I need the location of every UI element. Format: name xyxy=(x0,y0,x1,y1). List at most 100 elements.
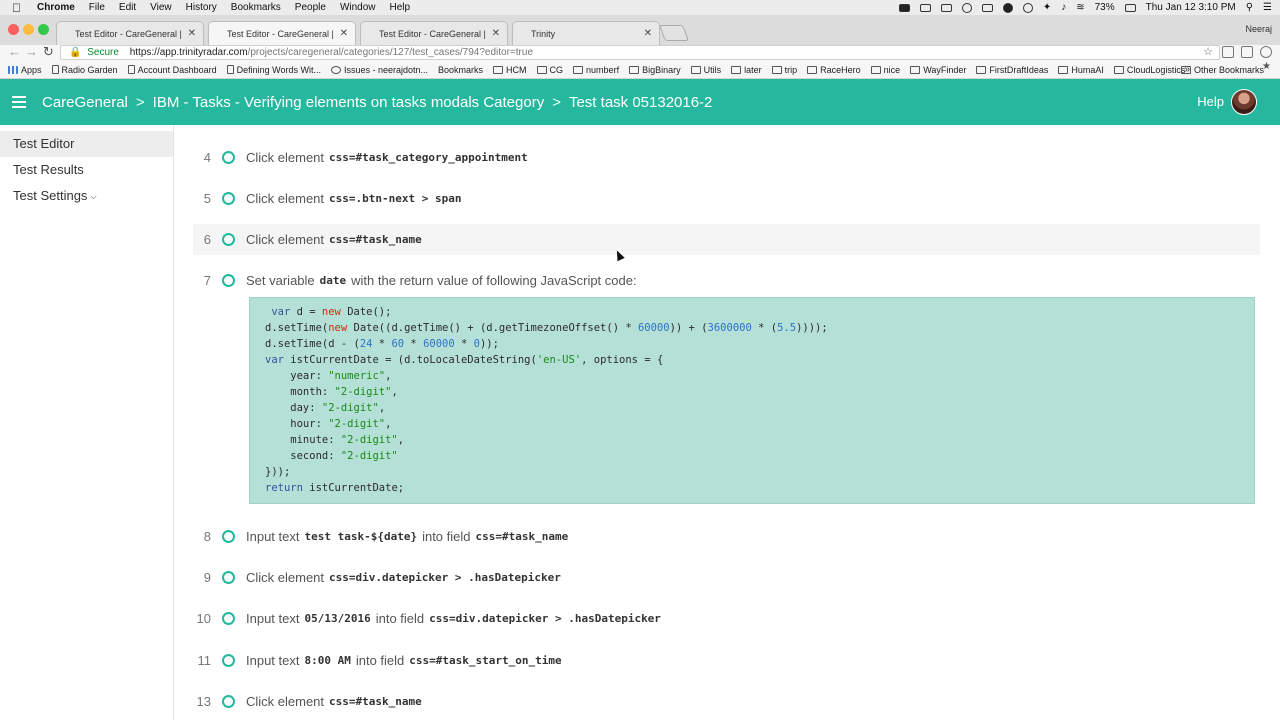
menu-edit[interactable]: Edit xyxy=(119,2,136,13)
breadcrumb-category[interactable]: IBM - Tasks - Verifying elements on task… xyxy=(153,94,545,111)
step-row[interactable]: 10 Input text 05/13/2016 into field css=… xyxy=(193,603,1260,634)
menu-file[interactable]: File xyxy=(89,2,105,13)
battery-percent[interactable]: 73% xyxy=(1095,2,1115,13)
airplay-icon[interactable] xyxy=(919,3,931,12)
cast-icon[interactable] xyxy=(1222,46,1234,58)
step-row[interactable]: 7 Set variable date with the return valu… xyxy=(193,265,1260,296)
forward-icon[interactable]: → xyxy=(25,45,38,59)
step-row[interactable]: 5 Click element css=.btn-next > span xyxy=(193,183,1260,214)
spotlight-icon[interactable]: ⚲ xyxy=(1246,2,1253,13)
step-selector: css=div.datepicker > .hasDatepicker xyxy=(429,612,661,625)
url-path: /projects/caregeneral/categories/127/tes… xyxy=(247,47,534,58)
step-row[interactable]: 6 Click element css=#task_name xyxy=(193,224,1260,255)
address-bar[interactable]: 🔒 Secure https://app.trinityradar.com/pr… xyxy=(60,45,1220,60)
clock[interactable]: Thu Jan 12 3:10 PM xyxy=(1146,2,1236,13)
menu-app[interactable]: Chrome xyxy=(37,2,75,13)
gear-icon[interactable] xyxy=(222,151,235,164)
tab-1[interactable]: Test Editor - CareGeneral | Tr ✕ xyxy=(56,21,204,45)
zoom-window-icon[interactable] xyxy=(38,24,49,35)
bookmark-folder[interactable]: RaceHero xyxy=(807,65,861,75)
step-row[interactable]: 13 Click element css=#task_name xyxy=(193,686,1260,717)
menu-people[interactable]: People xyxy=(295,2,326,13)
bookmark-label: Other Bookmarks xyxy=(1193,65,1264,75)
gear-icon[interactable] xyxy=(222,571,235,584)
bookmark-folder[interactable]: HumaAI xyxy=(1058,65,1104,75)
menu-window[interactable]: Window xyxy=(340,2,376,13)
folder-icon xyxy=(536,65,547,74)
volume-icon[interactable]: ♪ xyxy=(1061,2,1066,13)
step-row[interactable]: 4 Click element css=#task_category_appoi… xyxy=(193,142,1260,173)
minimize-window-icon[interactable] xyxy=(23,24,34,35)
bookmark-star-icon[interactable]: ☆ xyxy=(1203,46,1213,59)
bookmark-item[interactable]: Defining Words Wit... xyxy=(226,65,321,75)
bookmark-apps[interactable]: Apps xyxy=(8,65,42,75)
bookmark-folder[interactable]: later xyxy=(731,65,762,75)
close-window-icon[interactable] xyxy=(8,24,19,35)
bookmark-folder[interactable]: Utils xyxy=(690,65,721,75)
bookmark-item[interactable]: Account Dashboard xyxy=(127,65,217,75)
bookmark-item[interactable]: Radio Garden xyxy=(51,65,118,75)
time-machine-icon[interactable] xyxy=(1022,2,1033,13)
screen-icon[interactable] xyxy=(981,3,993,12)
menu-view[interactable]: View xyxy=(150,2,172,13)
bookmark-folder[interactable]: numberf xyxy=(573,65,619,75)
step-selector: css=#task_name xyxy=(475,530,569,543)
dots-icon[interactable] xyxy=(1002,2,1013,13)
avatar[interactable] xyxy=(1231,89,1257,115)
gear-icon[interactable] xyxy=(222,654,235,667)
camera-icon[interactable] xyxy=(898,3,910,12)
close-tab-icon[interactable]: ✕ xyxy=(644,28,652,39)
reload-icon[interactable]: ↻ xyxy=(43,45,54,59)
close-tab-icon[interactable]: ✕ xyxy=(188,28,196,39)
apple-icon[interactable]:  xyxy=(12,1,21,15)
javascript-code-block[interactable]: var d = new Date(); d.setTime(new Date((… xyxy=(249,297,1255,504)
wifi-icon[interactable]: ≋ xyxy=(1076,2,1084,13)
gear-icon[interactable] xyxy=(222,274,235,287)
bookmark-folder[interactable]: CG xyxy=(536,65,563,75)
extension-icon[interactable] xyxy=(1241,46,1253,58)
close-tab-icon[interactable]: ✕ xyxy=(492,28,500,39)
gear-icon[interactable] xyxy=(222,233,235,246)
step-row[interactable]: 11 Input text 8:00 AM into field css=#ta… xyxy=(193,645,1260,676)
menu-icon[interactable] xyxy=(12,93,26,111)
gear-icon[interactable] xyxy=(222,530,235,543)
step-number: 11 xyxy=(197,653,212,668)
bookmark-folder[interactable]: WayFinder xyxy=(910,65,966,75)
folder-icon xyxy=(807,65,818,74)
calendar-icon[interactable] xyxy=(940,3,952,12)
tab-3[interactable]: Test Editor - CareGeneral | Tr ✕ xyxy=(360,21,508,45)
menu-history[interactable]: History xyxy=(186,2,217,13)
bookmark-folder[interactable]: trip xyxy=(771,65,797,75)
bookmark-item[interactable]: Issues - neerajdotn... xyxy=(330,65,428,75)
bookmark-folder[interactable]: HCM xyxy=(493,65,527,75)
bookmark-item[interactable]: ★ Bookmarks xyxy=(438,61,1271,75)
sidebar-item-test-editor[interactable]: Test Editor xyxy=(0,131,173,157)
sidebar-item-test-results[interactable]: Test Results xyxy=(0,157,173,183)
sidebar-item-test-settings[interactable]: Test Settings ⌵ xyxy=(0,183,173,209)
back-icon[interactable]: ← xyxy=(8,45,21,59)
battery-icon[interactable] xyxy=(1124,3,1136,12)
profile-name[interactable]: Neeraj xyxy=(1245,24,1272,34)
step-row[interactable]: 8 Input text test task-${date} into fiel… xyxy=(193,521,1260,552)
close-tab-icon[interactable]: ✕ xyxy=(340,28,348,39)
bookmark-folder[interactable]: FirstDraftIdeas xyxy=(976,65,1048,75)
bluetooth-icon[interactable]: ✦ xyxy=(1043,2,1051,13)
breadcrumb-project[interactable]: CareGeneral xyxy=(42,94,128,111)
bookmark-folder[interactable]: nice xyxy=(870,65,900,75)
cloud-icon[interactable] xyxy=(961,2,972,13)
bookmark-folder[interactable]: CloudLogistics xyxy=(1113,65,1185,75)
gear-icon[interactable] xyxy=(222,192,235,205)
tab-4[interactable]: Trinity ✕ xyxy=(512,21,660,45)
gear-icon[interactable] xyxy=(222,612,235,625)
tab-2-active[interactable]: Test Editor - CareGeneral | Tr ✕ xyxy=(208,21,356,45)
bookmark-folder[interactable]: BigBinary xyxy=(629,65,681,75)
help-link[interactable]: Help xyxy=(1197,94,1224,109)
menu-help[interactable]: Help xyxy=(390,2,411,13)
new-tab-button[interactable] xyxy=(659,25,689,41)
step-row[interactable]: 9 Click element css=div.datepicker > .ha… xyxy=(193,562,1260,593)
menu-bookmarks[interactable]: Bookmarks xyxy=(231,2,281,13)
other-bookmarks[interactable]: Other Bookmarks xyxy=(1180,65,1264,75)
notification-center-icon[interactable]: ☰ xyxy=(1263,2,1272,13)
gear-icon[interactable] xyxy=(222,695,235,708)
settings-icon[interactable] xyxy=(1260,46,1272,58)
